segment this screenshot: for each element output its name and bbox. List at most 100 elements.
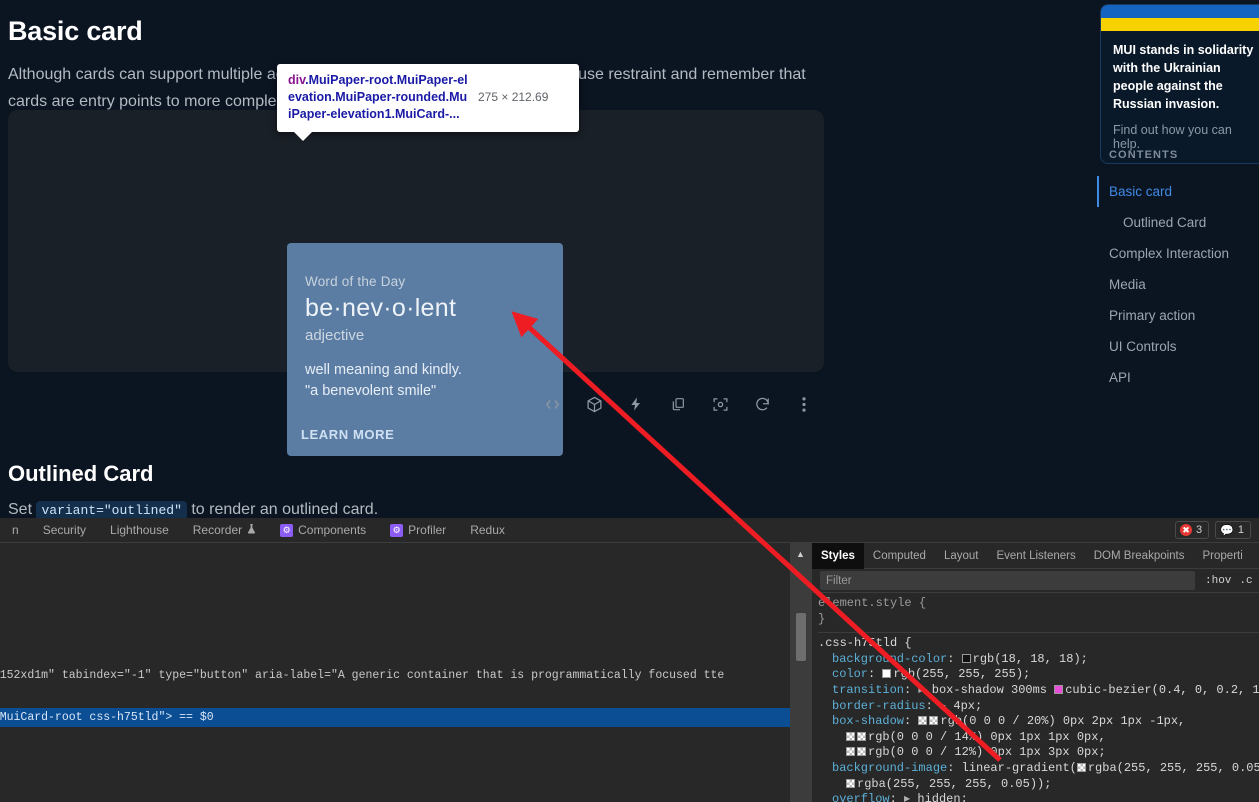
expand-triangle-icon[interactable]: ▶ [918,686,924,695]
dom-tree-pane[interactable]: zeMedium css-152xd1m" tabindex="-1" type… [0,543,790,802]
value-border-radius: 4px; [953,698,983,713]
devtools-tab-lighthouse[interactable]: Lighthouse [98,518,181,543]
ukraine-banner[interactable]: MUI stands in solidarity with the Ukrain… [1100,4,1259,164]
devtools-tab-security[interactable]: Security [31,518,98,543]
error-badge[interactable]: ✖ 3 [1175,521,1210,539]
devtools-tab-components-label: Components [298,523,367,537]
reset-focus-icon[interactable] [708,392,732,416]
element-classes-button[interactable]: .c [1239,575,1252,587]
tab-layout[interactable]: Layout [935,543,988,569]
tab-event-listeners[interactable]: Event Listeners [987,543,1084,569]
devtools-tab-components[interactable]: ⚙ Components [268,518,378,543]
devtools-tab-truncated[interactable]: n [0,518,31,543]
css-rule-h75tld[interactable]: .css-h75tld { background-color: rgb(18, … [818,636,1259,802]
react-components-icon: ⚙ [280,523,294,537]
message-icon: 💬 [1220,524,1234,537]
shadow-editor-icon[interactable] [918,716,928,726]
value-overflow: hidden; [917,792,968,802]
inspector-selector-text: div.MuiPaper-root.MuiPaper-elevation.Mui… [288,72,468,123]
declaration-box-shadow-cont-2: rgb(0 0 0 / 12%) 0px 1px 3px 0px; [818,745,1259,761]
color-swatch-shadow-1[interactable] [929,716,939,726]
declaration-background-color[interactable]: background-color: rgb(18, 18, 18); [818,652,1259,668]
shadow-editor-icon-3[interactable] [846,747,855,757]
dom-scrollbar-track[interactable] [795,566,807,802]
devtools-tab-recorder[interactable]: Recorder [181,518,268,543]
message-badge[interactable]: 💬 1 [1215,521,1251,539]
section-desc-after: to render an outlined card. [191,501,379,518]
value-background-image-part3: rgba(255, 255, 255, 0.05)); [857,776,1052,791]
bezier-swatch-icon[interactable] [1054,684,1064,694]
toc-item-basic-card[interactable]: Basic card [1097,176,1259,207]
tab-properties[interactable]: Properti [1194,543,1252,569]
chevron-up-icon[interactable]: ▲ [796,549,805,559]
styles-filter-row: :hov .c [812,569,1259,593]
declaration-overflow[interactable]: overflow: ▶ hidden; [818,792,1259,802]
learn-more-button[interactable]: LEARN MORE [301,427,394,442]
prop-border-radius: border-radius [832,698,926,713]
docs-page: Basic card Although cards can support mu… [0,0,1259,540]
dom-scrollbar-thumb[interactable] [796,613,806,661]
reset-demo-icon[interactable] [750,392,774,416]
color-swatch-gradient-2[interactable] [846,778,855,788]
ukraine-banner-link[interactable]: Find out how you can help. [1101,113,1259,151]
contents-label: CONTENTS [1109,149,1179,161]
tab-styles[interactable]: Styles [812,543,864,569]
toc-item-media[interactable]: Media [1097,269,1259,300]
section-description: Set variant="outlined" to render an outl… [8,501,379,520]
value-color: rgb(255, 255, 255); [893,667,1031,682]
tab-dom-breakpoints[interactable]: DOM Breakpoints [1085,543,1194,569]
toc-item-outlined-card[interactable]: Outlined Card [1097,207,1259,238]
copy-icon[interactable] [666,392,690,416]
value-box-shadow-2: rgb(0 0 0 / 14%) 0px 1px 1px 0px, [868,729,1106,744]
declaration-box-shadow[interactable]: box-shadow: rgb(0 0 0 / 20%) 0px 2px 1px… [818,714,1259,730]
react-profiler-icon: ⚙ [390,523,404,537]
styles-pane-tabs: Styles Computed Layout Event Listeners D… [812,543,1259,569]
declaration-border-radius[interactable]: border-radius: ▶ 4px; [818,699,1259,715]
toc-item-complex-interaction[interactable]: Complex Interaction [1097,238,1259,269]
screen-root: Basic card Although cards can support mu… [0,0,1259,802]
value-box-shadow-1: rgb(0 0 0 / 20%) 0px 2px 1px -1px, [940,714,1186,729]
demo-toolbar [540,392,816,416]
declaration-color[interactable]: color: rgb(255, 255, 255); [818,667,1259,683]
css-rules-area: element.style { } .css-h75tld { backgrou… [812,593,1259,802]
element-inspector-tooltip: div.MuiPaper-root.MuiPaper-elevation.Mui… [277,64,579,141]
card-part-of-speech: adjective [305,327,365,344]
dom-line-2-text: r-elevation1 MuiCard-root css-h75tld"> =… [0,711,214,724]
expand-triangle-icon-2[interactable]: ▶ [940,702,946,711]
toc-item-api[interactable]: API [1097,362,1259,393]
color-swatch-shadow-3[interactable] [857,747,866,757]
styles-filter-input[interactable] [820,571,1195,590]
codesandbox-icon[interactable] [582,392,606,416]
declaration-background-image[interactable]: background-image: linear-gradient(rgba(2… [818,761,1259,777]
devtools-tab-profiler-label: Profiler [408,523,447,537]
color-swatch-gradient-1[interactable] [1076,762,1086,772]
declaration-transition[interactable]: transition: ▶ box-shadow 300ms cubic-bez… [818,683,1259,699]
mui-basic-card[interactable]: Word of the Day be·nev·o·lent adjective … [287,243,563,456]
css-rule-element-style[interactable]: element.style { } [818,596,1259,629]
toc-item-primary-action[interactable]: Primary action [1097,300,1259,331]
color-swatch-dark[interactable] [961,653,971,663]
card-definition-line-1: well meaning and kindly. [305,362,462,378]
color-swatch-shadow-2[interactable] [857,731,866,741]
value-background-image-part2: rgba(255, 255, 255, 0.05), [1087,760,1259,775]
more-options-icon[interactable] [792,392,816,416]
dom-line-selected[interactable]: r-elevation1 MuiCard-root css-h75tld"> =… [0,708,790,727]
shadow-editor-icon-2[interactable] [846,731,855,741]
devtools-tab-redux[interactable]: Redux [458,518,517,543]
color-swatch-white[interactable] [882,669,892,679]
show-source-icon[interactable] [540,392,564,416]
devtools-tab-bar: n Security Lighthouse Recorder ⚙ Compone… [0,518,1259,543]
error-icon: ✖ [1180,524,1193,536]
expand-triangle-icon-3[interactable]: ▶ [904,795,910,802]
toc-item-ui-controls[interactable]: UI Controls [1097,331,1259,362]
devtools-tab-profiler[interactable]: ⚙ Profiler [378,518,458,543]
inspector-dimensions: 275 × 212.69 [478,90,549,104]
prop-transition: transition [832,682,905,697]
force-state-hov-button[interactable]: :hov [1205,575,1231,587]
card-subheader: Word of the Day [305,274,406,289]
prop-box-shadow: box-shadow [832,714,905,729]
tab-computed[interactable]: Computed [864,543,935,569]
inspector-class-names: .MuiPaper-root.MuiPaper-elevation.MuiPap… [288,73,468,121]
page-title: Basic card [8,16,143,46]
stackblitz-icon[interactable] [624,392,648,416]
